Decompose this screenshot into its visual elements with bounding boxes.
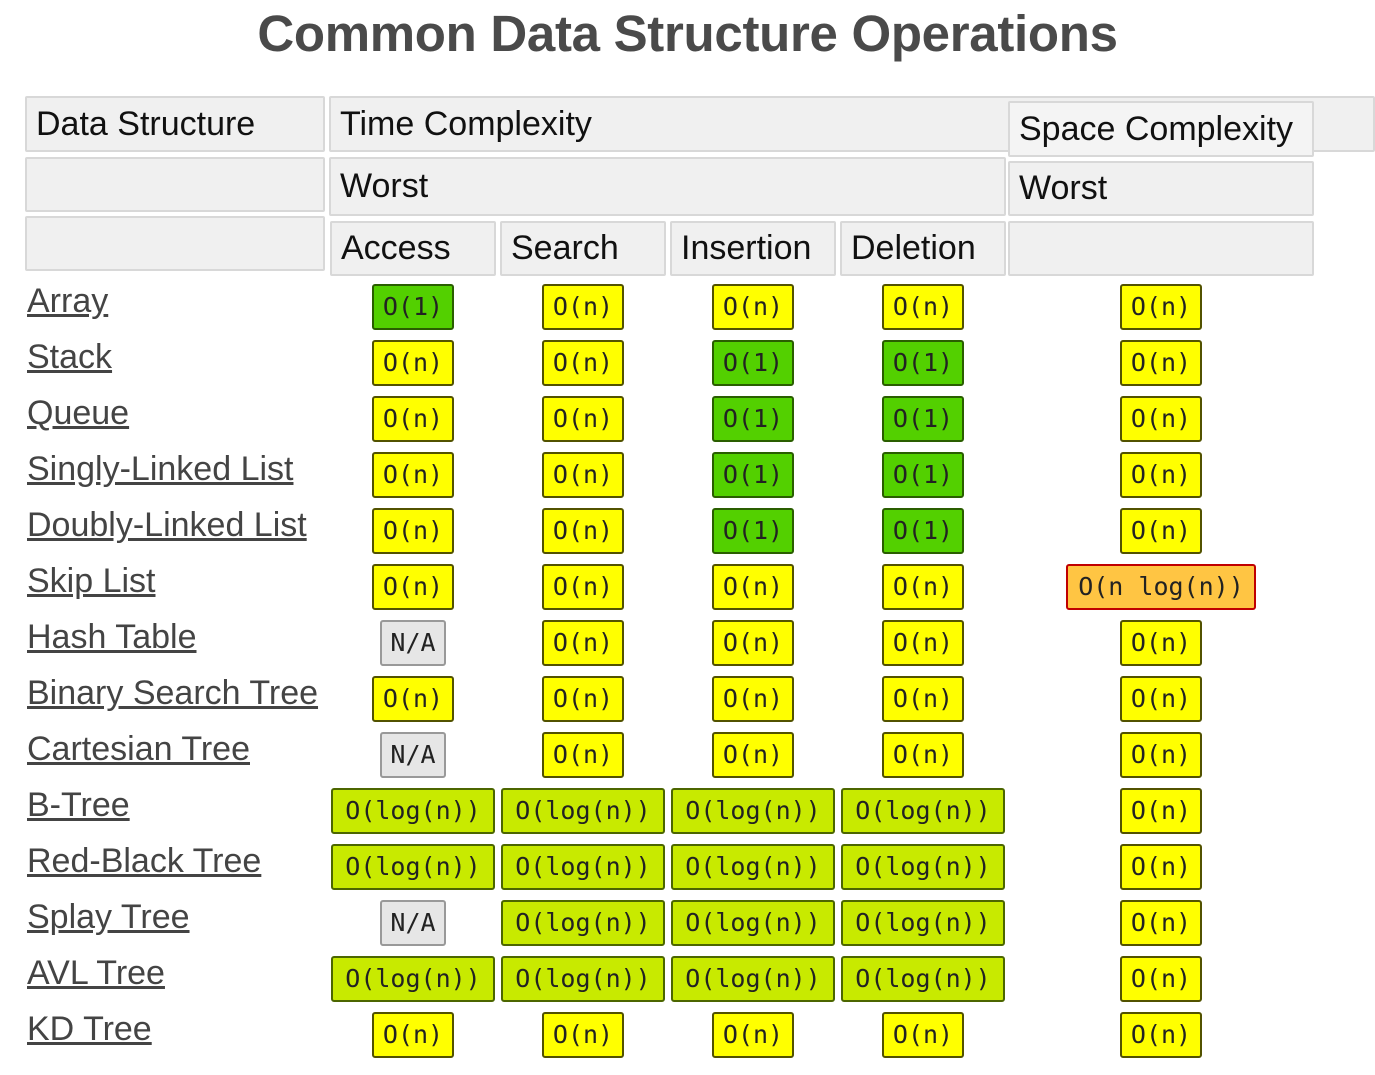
insertion-complexity-badge: O(1) (712, 340, 794, 386)
insertion-complexity-badge: O(n) (712, 732, 794, 778)
row-label-skip-list[interactable]: Skip List (27, 562, 156, 601)
row-label-b-tree[interactable]: B-Tree (27, 786, 130, 825)
row-label-splay-tree[interactable]: Splay Tree (27, 898, 190, 937)
deletion-complexity-badge: O(log(n)) (841, 788, 1005, 834)
deletion-complexity-badge: O(log(n)) (841, 900, 1005, 946)
search-complexity-badge: O(n) (542, 452, 624, 498)
access-complexity-badge: O(n) (372, 508, 454, 554)
insertion-complexity-badge: O(n) (712, 564, 794, 610)
row-label-hash-table[interactable]: Hash Table (27, 618, 197, 657)
deletion-complexity-badge: O(1) (882, 508, 964, 554)
access-complexity-badge: O(n) (372, 564, 454, 610)
header-empty-cell (1008, 221, 1314, 276)
search-complexity-badge: O(n) (542, 620, 624, 666)
access-complexity-badge: O(1) (372, 284, 454, 330)
row-label-queue[interactable]: Queue (27, 394, 129, 433)
access-complexity-badge: N/A (380, 900, 446, 946)
row-label-stack[interactable]: Stack (27, 338, 112, 377)
space-complexity-badge: O(n) (1120, 956, 1202, 1002)
insertion-complexity-badge: O(1) (712, 452, 794, 498)
space-complexity-badge: O(n) (1120, 844, 1202, 890)
insertion-complexity-badge: O(1) (712, 396, 794, 442)
access-complexity-badge: N/A (380, 620, 446, 666)
header-empty-cell (25, 157, 325, 212)
header-access: Access (330, 221, 496, 276)
header-deletion: Deletion (840, 221, 1006, 276)
row-label-cartesian-tree[interactable]: Cartesian Tree (27, 730, 250, 769)
space-complexity-badge: O(n) (1120, 340, 1202, 386)
space-complexity-badge: O(n) (1120, 676, 1202, 722)
search-complexity-badge: O(n) (542, 1012, 624, 1058)
deletion-complexity-badge: O(1) (882, 396, 964, 442)
row-label-kd-tree[interactable]: KD Tree (27, 1010, 152, 1049)
search-complexity-badge: O(log(n)) (501, 900, 665, 946)
space-complexity-badge: O(n) (1120, 508, 1202, 554)
insertion-complexity-badge: O(1) (712, 508, 794, 554)
access-complexity-badge: O(log(n)) (331, 956, 495, 1002)
header-time-worst: Worst (329, 157, 1006, 216)
insertion-complexity-badge: O(log(n)) (671, 844, 835, 890)
space-complexity-badge: O(n) (1120, 452, 1202, 498)
space-complexity-badge: O(n) (1120, 396, 1202, 442)
row-label-singly-linked-list[interactable]: Singly-Linked List (27, 450, 293, 489)
insertion-complexity-badge: O(n) (712, 620, 794, 666)
header-space-complexity: Space Complexity (1008, 101, 1314, 157)
row-label-binary-search-tree[interactable]: Binary Search Tree (27, 674, 318, 713)
insertion-complexity-badge: O(n) (712, 676, 794, 722)
access-complexity-badge: O(log(n)) (331, 844, 495, 890)
deletion-complexity-badge: O(n) (882, 1012, 964, 1058)
access-complexity-badge: O(n) (372, 1012, 454, 1058)
deletion-complexity-badge: O(1) (882, 340, 964, 386)
insertion-complexity-badge: O(log(n)) (671, 956, 835, 1002)
search-complexity-badge: O(n) (542, 508, 624, 554)
row-label-array[interactable]: Array (27, 282, 108, 321)
access-complexity-badge: O(log(n)) (331, 788, 495, 834)
page-title: Common Data Structure Operations (257, 5, 1118, 62)
row-label-avl-tree[interactable]: AVL Tree (27, 954, 165, 993)
header-search: Search (500, 221, 666, 276)
search-complexity-badge: O(log(n)) (501, 788, 665, 834)
insertion-complexity-badge: O(log(n)) (671, 788, 835, 834)
deletion-complexity-badge: O(n) (882, 732, 964, 778)
search-complexity-badge: O(n) (542, 284, 624, 330)
insertion-complexity-badge: O(log(n)) (671, 900, 835, 946)
space-complexity-badge: O(n) (1120, 732, 1202, 778)
deletion-complexity-badge: O(n) (882, 620, 964, 666)
access-complexity-badge: O(n) (372, 396, 454, 442)
row-label-red-black-tree[interactable]: Red-Black Tree (27, 842, 261, 881)
search-complexity-badge: O(log(n)) (501, 956, 665, 1002)
header-space-worst: Worst (1008, 161, 1314, 216)
deletion-complexity-badge: O(1) (882, 452, 964, 498)
header-data-structure: Data Structure (25, 96, 325, 152)
search-complexity-badge: O(n) (542, 564, 624, 610)
deletion-complexity-badge: O(log(n)) (841, 844, 1005, 890)
access-complexity-badge: O(n) (372, 452, 454, 498)
access-complexity-badge: O(n) (372, 676, 454, 722)
search-complexity-badge: O(n) (542, 732, 624, 778)
space-complexity-badge: O(n) (1120, 620, 1202, 666)
header-insertion: Insertion (670, 221, 836, 276)
space-complexity-badge: O(n) (1120, 1012, 1202, 1058)
search-complexity-badge: O(n) (542, 396, 624, 442)
space-complexity-badge: O(n) (1120, 788, 1202, 834)
deletion-complexity-badge: O(n) (882, 564, 964, 610)
deletion-complexity-badge: O(log(n)) (841, 956, 1005, 1002)
space-complexity-badge: O(n) (1120, 284, 1202, 330)
search-complexity-badge: O(n) (542, 676, 624, 722)
row-label-doubly-linked-list[interactable]: Doubly-Linked List (27, 506, 307, 545)
deletion-complexity-badge: O(n) (882, 284, 964, 330)
insertion-complexity-badge: O(n) (712, 1012, 794, 1058)
search-complexity-badge: O(log(n)) (501, 844, 665, 890)
access-complexity-badge: O(n) (372, 340, 454, 386)
deletion-complexity-badge: O(n) (882, 676, 964, 722)
header-empty-cell (25, 216, 325, 271)
access-complexity-badge: N/A (380, 732, 446, 778)
search-complexity-badge: O(n) (542, 340, 624, 386)
space-complexity-badge: O(n) (1120, 900, 1202, 946)
space-complexity-badge: O(n log(n)) (1066, 564, 1256, 610)
insertion-complexity-badge: O(n) (712, 284, 794, 330)
